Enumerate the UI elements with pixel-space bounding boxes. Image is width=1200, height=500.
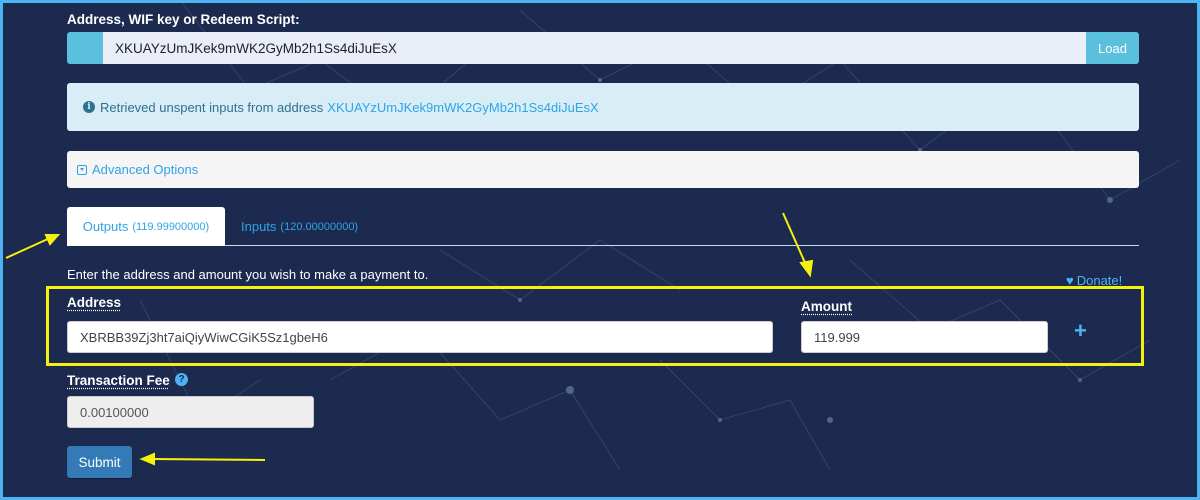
- advanced-options-label: Advanced Options: [92, 162, 199, 177]
- tab-inputs-count: (120.00000000): [280, 220, 359, 233]
- tab-inputs-label: Inputs: [241, 219, 277, 234]
- submit-button[interactable]: Submit: [67, 446, 132, 478]
- plus-icon[interactable]: +: [1074, 318, 1087, 344]
- address-addon: [67, 32, 103, 64]
- address-input-group: Load: [67, 32, 1139, 64]
- load-button[interactable]: Load: [1086, 32, 1139, 64]
- advanced-options-panel: Advanced Options: [67, 151, 1139, 188]
- address-wif-input[interactable]: [103, 32, 1086, 64]
- address-wif-label: Address, WIF key or Redeem Script:: [67, 12, 300, 27]
- info-text: Retrieved unspent inputs from address: [100, 99, 324, 115]
- info-address-link[interactable]: XKUAYzUmJKek9mWK2GyMb2h1Ss4diJuEsX: [327, 100, 598, 115]
- tab-inputs[interactable]: Inputs (120.00000000): [231, 207, 368, 246]
- output-address-input[interactable]: [67, 321, 773, 353]
- output-amount-input[interactable]: [801, 321, 1048, 353]
- tabs-divider: [67, 245, 1139, 246]
- tab-outputs-label: Outputs: [82, 219, 129, 234]
- help-icon[interactable]: ?: [175, 373, 188, 386]
- info-alert: i Retrieved unspent inputs from address …: [67, 83, 1139, 131]
- caret-icon: [77, 164, 87, 175]
- payment-instruction: Enter the address and amount you wish to…: [67, 267, 429, 282]
- tab-outputs[interactable]: Outputs (119.99900000): [67, 207, 225, 246]
- transaction-fee-label: Transaction Fee: [67, 373, 170, 388]
- output-address-label: Address: [67, 295, 122, 310]
- output-amount-label: Amount: [801, 299, 852, 314]
- transaction-fee-input[interactable]: [67, 396, 314, 428]
- info-icon: i: [83, 101, 95, 113]
- advanced-options-toggle[interactable]: Advanced Options: [77, 162, 198, 177]
- tab-outputs-count: (119.99900000): [132, 220, 210, 233]
